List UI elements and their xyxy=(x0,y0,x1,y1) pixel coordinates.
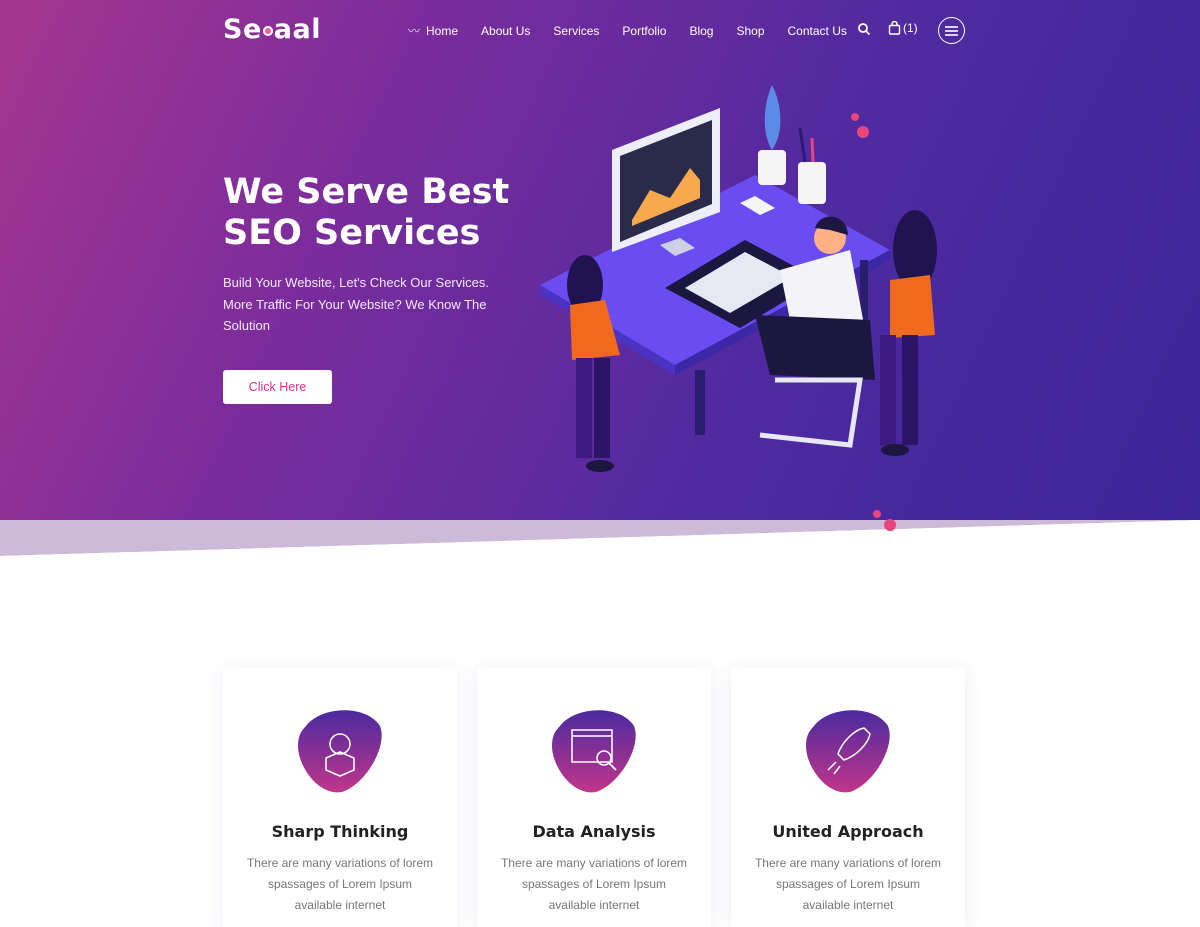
chart-magnifier-icon xyxy=(552,710,636,793)
office-illustration xyxy=(540,85,937,472)
feature-text: There are many variations of lorem spass… xyxy=(754,856,942,912)
hero-title: We Serve Best SEO Services xyxy=(223,172,510,253)
main-nav: 〰 Home About Us Services Portfolio Blog S… xyxy=(408,22,870,39)
nav-blog[interactable]: Blog xyxy=(689,22,713,39)
click-here-button[interactable]: Click Here xyxy=(223,370,332,404)
cart-button[interactable]: (1) xyxy=(888,21,918,35)
nav-services[interactable]: Services xyxy=(553,22,599,39)
menu-toggle-button[interactable] xyxy=(938,17,965,44)
wave-icon: 〰 xyxy=(408,24,421,38)
site-header: Se aal 〰 Home About Us Services Portfolio … xyxy=(0,0,1200,60)
logo-dot-icon xyxy=(262,26,273,36)
brain-box-icon xyxy=(298,710,382,793)
feature-title: United Approach xyxy=(772,822,924,841)
hero-subtitle: Build Your Website, Let's Check Our Serv… xyxy=(223,275,489,333)
nav-portfolio[interactable]: Portfolio xyxy=(622,22,666,39)
feature-text: There are many variations of lorem spass… xyxy=(246,856,434,912)
nav-about[interactable]: About Us xyxy=(481,22,530,39)
brand-logo[interactable]: Se aal xyxy=(223,14,321,45)
nav-home[interactable]: 〰 Home xyxy=(408,22,458,39)
feature-card: United Approach There are many variation… xyxy=(731,667,965,927)
feature-title: Data Analysis xyxy=(532,822,656,841)
cart-count: (1) xyxy=(903,21,918,35)
feature-title: Sharp Thinking xyxy=(271,822,409,841)
feature-card: Sharp Thinking There are many variations… xyxy=(223,667,457,927)
feature-text: There are many variations of lorem spass… xyxy=(500,856,688,912)
rocket-icon xyxy=(806,710,890,793)
feature-card: Data Analysis There are many variations … xyxy=(477,667,711,927)
shopping-bag-icon xyxy=(888,21,901,35)
search-icon[interactable] xyxy=(857,22,871,36)
hamburger-icon xyxy=(945,25,958,36)
features-section: Sharp Thinking There are many variations… xyxy=(223,667,965,927)
nav-contact[interactable]: Contact Us xyxy=(788,22,847,39)
nav-shop[interactable]: Shop xyxy=(736,22,764,39)
